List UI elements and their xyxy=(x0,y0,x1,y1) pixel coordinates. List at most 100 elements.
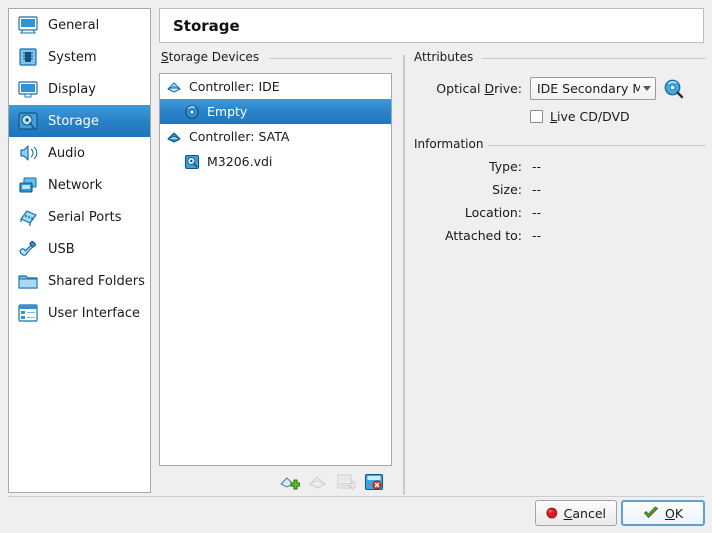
cancel-icon xyxy=(546,507,558,519)
settings-category-sidebar: General System Display Storage Audio Network S… xyxy=(8,8,151,493)
remove-controller-icon xyxy=(308,476,328,494)
add-attachment-button xyxy=(336,473,357,494)
sidebar-item-usb[interactable]: USB xyxy=(9,233,150,265)
tree-item-controller-sata[interactable]: Controller: SATA xyxy=(160,124,391,149)
monitor-icon xyxy=(17,15,39,35)
remove-controller-button xyxy=(308,473,328,491)
information-group-label: Information xyxy=(414,137,490,151)
storage-devices-rule xyxy=(269,58,392,59)
information-row: Location: -- xyxy=(412,205,706,220)
information-row: Type: -- xyxy=(412,159,706,174)
pane-splitter[interactable] xyxy=(403,55,405,495)
optical-drive-label-pre: Optical xyxy=(436,81,485,96)
live-cd-checkbox[interactable] xyxy=(530,110,543,123)
optical-disc-icon xyxy=(184,104,200,120)
sidebar-item-label: Display xyxy=(48,81,96,97)
attributes-rule xyxy=(482,58,706,59)
optical-drive-row: Optical Drive: IDE Secondary Mas xyxy=(412,77,706,100)
speaker-icon xyxy=(17,143,39,163)
live-cd-accel: L xyxy=(550,109,557,124)
sidebar-item-label: Audio xyxy=(48,145,85,161)
sidebar-item-label: Serial Ports xyxy=(48,209,122,225)
sidebar-item-label: General xyxy=(48,17,100,33)
sidebar-item-label: System xyxy=(48,49,97,65)
storage-devices-group-label-rest: torage Devices xyxy=(168,50,260,64)
window-icon xyxy=(17,303,39,323)
information-value: -- xyxy=(532,159,542,174)
sidebar-item-label: User Interface xyxy=(48,305,140,321)
sidebar-item-label: Network xyxy=(48,177,103,193)
sidebar-item-label: Shared Folders xyxy=(48,273,145,289)
remove-attachment-button[interactable] xyxy=(364,473,384,491)
usb-icon xyxy=(17,239,39,259)
add-attachment-icon xyxy=(336,474,357,494)
cancel-label-rest: ancel xyxy=(572,505,606,521)
sidebar-item-network[interactable]: Network xyxy=(9,169,150,201)
ok-button[interactable]: OK xyxy=(621,500,705,526)
ide-controller-icon xyxy=(166,79,182,95)
information-label: Attached to: xyxy=(445,228,522,243)
tree-item-label: Controller: IDE xyxy=(189,79,280,94)
ok-label-rest: K xyxy=(674,505,684,521)
cd-browse-button[interactable] xyxy=(663,78,684,99)
sidebar-item-storage[interactable]: Storage xyxy=(9,105,150,137)
information-label: Type: xyxy=(489,159,522,174)
live-cd-label: Live CD/DVD xyxy=(550,109,630,124)
page-title: Storage xyxy=(173,16,240,35)
storage-devices-tree[interactable]: Controller: IDE Empty Controller: SATA M320… xyxy=(159,73,392,466)
chevron-down-icon xyxy=(643,86,651,91)
tree-item-label: Controller: SATA xyxy=(189,129,290,144)
cancel-button[interactable]: Cancel xyxy=(535,500,617,526)
tree-item-m3206-vdi[interactable]: M3206.vdi xyxy=(160,149,391,174)
tree-item-label: Empty xyxy=(207,104,248,119)
sidebar-item-system[interactable]: System xyxy=(9,41,150,73)
footer-separator xyxy=(8,496,704,497)
information-value: -- xyxy=(532,182,542,197)
storage-devices-group-label: Storage Devices xyxy=(161,50,266,64)
sidebar-item-serial-ports[interactable]: Serial Ports xyxy=(9,201,150,233)
sidebar-item-label: Storage xyxy=(48,113,99,129)
page-title-bar: Storage xyxy=(159,8,704,43)
tree-item-controller-ide[interactable]: Controller: IDE xyxy=(160,74,391,99)
serialport-icon xyxy=(17,207,39,227)
live-cd-label-rest: ive CD/DVD xyxy=(556,109,630,124)
network-icon xyxy=(17,175,39,195)
chip-icon xyxy=(17,47,39,67)
ok-label: OK xyxy=(665,506,683,521)
add-controller-button[interactable] xyxy=(280,473,301,494)
information-row: Attached to: -- xyxy=(412,228,706,243)
tree-item-empty[interactable]: Empty xyxy=(160,99,391,124)
sidebar-item-user-interface[interactable]: User Interface xyxy=(9,297,150,329)
attributes-pane: Attributes Optical Drive: IDE Secondary … xyxy=(412,50,706,495)
optical-drive-select[interactable]: IDE Secondary Mas xyxy=(530,77,656,100)
sata-controller-icon xyxy=(166,129,182,145)
storage-settings-dialog: General System Display Storage Audio Network S… xyxy=(0,0,712,533)
optical-drive-value: IDE Secondary Mas xyxy=(537,81,640,96)
remove-attachment-icon xyxy=(364,473,384,494)
sidebar-item-shared-folders[interactable]: Shared Folders xyxy=(9,265,150,297)
sidebar-item-general[interactable]: General xyxy=(9,9,150,41)
sidebar-item-display[interactable]: Display xyxy=(9,73,150,105)
add-controller-icon xyxy=(280,477,301,494)
ok-icon xyxy=(644,506,658,518)
live-cd-row[interactable]: Live CD/DVD xyxy=(530,109,630,124)
optical-drive-label-post: rive: xyxy=(494,81,522,96)
sidebar-item-audio[interactable]: Audio xyxy=(9,137,150,169)
storage-devices-pane: Storage Devices Controller: IDE Empty Cont… xyxy=(159,50,397,495)
screen-icon xyxy=(17,79,39,99)
storage-devices-toolbar xyxy=(159,469,392,495)
optical-drive-accel: D xyxy=(484,81,495,96)
folder-icon xyxy=(17,271,39,291)
optical-drive-label: Optical Drive: xyxy=(412,81,522,96)
information-row: Size: -- xyxy=(412,182,706,197)
harddisk-drive-icon xyxy=(184,154,200,170)
information-label: Location: xyxy=(464,205,522,220)
tree-item-label: M3206.vdi xyxy=(207,154,273,169)
information-rule xyxy=(488,145,706,146)
harddisk-icon xyxy=(17,111,39,131)
sidebar-item-label: USB xyxy=(48,241,75,257)
information-label: Size: xyxy=(492,182,522,197)
information-value: -- xyxy=(532,205,542,220)
information-value: -- xyxy=(532,228,542,243)
cancel-label: Cancel xyxy=(564,506,606,521)
